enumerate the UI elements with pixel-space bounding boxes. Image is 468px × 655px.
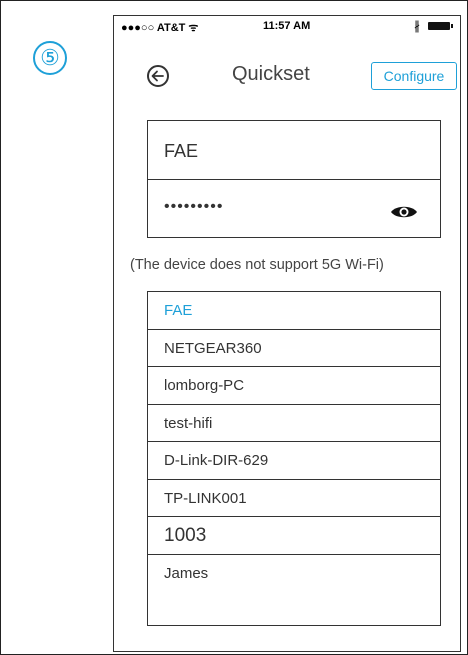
network-list: FAE NETGEAR360 lomborg-PC test-hifi D-Li… bbox=[147, 291, 441, 626]
eye-icon[interactable] bbox=[390, 204, 418, 220]
network-item[interactable]: James bbox=[148, 555, 440, 593]
ssid-value: FAE bbox=[164, 141, 199, 161]
network-item[interactable]: NETGEAR360 bbox=[148, 330, 440, 367]
ssid-field[interactable]: FAE bbox=[148, 121, 440, 180]
battery-icon bbox=[428, 22, 453, 30]
bluetooth-icon: ∦ bbox=[414, 19, 420, 33]
password-field[interactable]: ••••••••• bbox=[148, 180, 440, 239]
outer-frame: ⑤ ●●●○○ AT&T ᯤ 11:57 AM ∦ Quickset Confi… bbox=[0, 0, 468, 655]
page-title: Quickset bbox=[232, 63, 310, 85]
network-item[interactable]: D-Link-DIR-629 bbox=[148, 442, 440, 480]
network-item[interactable]: FAE bbox=[148, 292, 440, 330]
5g-notice: (The device does not support 5G Wi-Fi) bbox=[130, 257, 384, 273]
phone-screen: ●●●○○ AT&T ᯤ 11:57 AM ∦ Quickset Configu… bbox=[113, 15, 461, 652]
back-button[interactable] bbox=[147, 65, 169, 87]
network-item[interactable]: TP-LINK001 bbox=[148, 480, 440, 517]
step-number-badge: ⑤ bbox=[33, 41, 67, 75]
network-item[interactable]: test-hifi bbox=[148, 405, 440, 442]
status-time: 11:57 AM bbox=[263, 20, 311, 32]
network-item[interactable]: 1003 bbox=[148, 517, 440, 555]
credentials-box: FAE ••••••••• bbox=[147, 120, 441, 238]
password-value: ••••••••• bbox=[164, 198, 224, 215]
carrier-signal: ●●●○○ AT&T ᯤ bbox=[121, 22, 199, 34]
back-arrow-icon bbox=[151, 70, 164, 82]
network-item[interactable]: lomborg-PC bbox=[148, 367, 440, 405]
configure-button[interactable]: Configure bbox=[371, 62, 457, 90]
status-bar: ●●●○○ AT&T ᯤ 11:57 AM ∦ bbox=[114, 16, 460, 36]
